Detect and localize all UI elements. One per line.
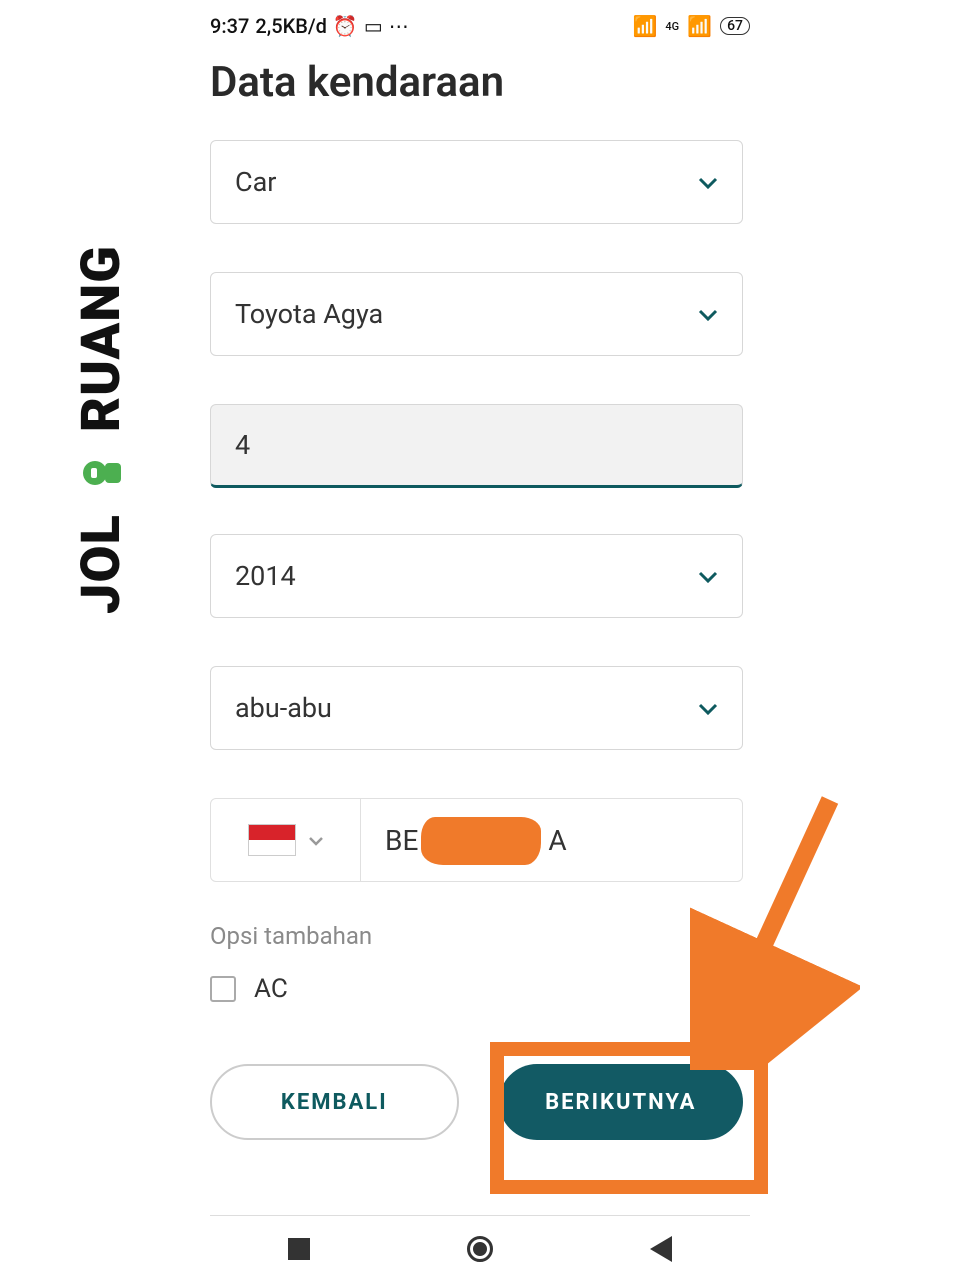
next-button[interactable]: BERIKUTNYA	[499, 1064, 744, 1140]
chevron-down-icon	[698, 696, 718, 720]
back-nav-button[interactable]	[650, 1236, 672, 1262]
status-bar: 9:37 2,5KB/d ⏰ ▭ ⋯ 📶 4G 📶 67	[210, 14, 750, 38]
button-row: KEMBALI BERIKUTNYA	[210, 1064, 743, 1140]
plate-input[interactable]: BE A	[361, 799, 742, 881]
chevron-down-icon	[698, 302, 718, 326]
watermark-text-after: JOL	[70, 514, 133, 614]
year-select[interactable]: 2014	[210, 534, 743, 618]
back-button[interactable]: KEMBALI	[210, 1064, 459, 1140]
indonesia-flag-icon	[248, 824, 296, 856]
options-section-label: Opsi tambahan	[210, 922, 743, 950]
status-time: 9:37	[210, 14, 249, 38]
battery-level: 67	[720, 17, 750, 35]
vehicle-form: Car Toyota Agya 4 2014 abu-abu	[210, 140, 743, 1140]
ac-checkbox[interactable]	[210, 976, 236, 1002]
color-select[interactable]: abu-abu	[210, 666, 743, 750]
alarm-icon: ⏰	[333, 14, 358, 38]
home-button[interactable]	[467, 1236, 493, 1262]
message-icon: ▭	[364, 14, 383, 38]
vehicle-type-select[interactable]: Car	[210, 140, 743, 224]
plate-suffix: A	[548, 824, 566, 857]
signal-icon-2: 📶	[687, 14, 712, 38]
seats-input[interactable]: 4	[210, 404, 743, 488]
redaction-mark	[421, 817, 541, 865]
recent-apps-button[interactable]	[288, 1238, 310, 1260]
vehicle-model-select[interactable]: Toyota Agya	[210, 272, 743, 356]
network-label: 4G	[665, 20, 679, 33]
vehicle-model-value: Toyota Agya	[235, 298, 383, 330]
chevron-down-icon	[698, 564, 718, 588]
vehicle-type-value: Car	[235, 166, 276, 198]
country-flag-select[interactable]	[211, 799, 361, 881]
watermark: JOL RUANG	[70, 245, 133, 614]
color-value: abu-abu	[235, 692, 332, 724]
android-nav-bar	[210, 1215, 750, 1262]
next-button-label: BERIKUTNYA	[545, 1090, 696, 1115]
chevron-down-icon	[698, 170, 718, 194]
seats-value: 4	[235, 429, 250, 461]
status-right: 📶 4G 📶 67	[633, 14, 750, 38]
signal-icon: 📶	[633, 14, 658, 38]
status-data-rate: 2,5KB/d	[255, 14, 327, 38]
ac-option-row: AC	[210, 974, 743, 1004]
back-button-label: KEMBALI	[281, 1090, 388, 1115]
plate-row: BE A	[210, 798, 743, 882]
watermark-logo-icon	[75, 446, 129, 500]
plate-prefix: BE	[385, 824, 418, 857]
status-left: 9:37 2,5KB/d ⏰ ▭ ⋯	[210, 14, 409, 38]
page-title: Data kendaraan	[210, 58, 504, 107]
chevron-down-icon	[308, 831, 324, 850]
ac-label: AC	[254, 974, 288, 1004]
more-icon: ⋯	[389, 14, 409, 38]
year-value: 2014	[235, 560, 296, 592]
watermark-text-before: RUANG	[70, 245, 133, 432]
